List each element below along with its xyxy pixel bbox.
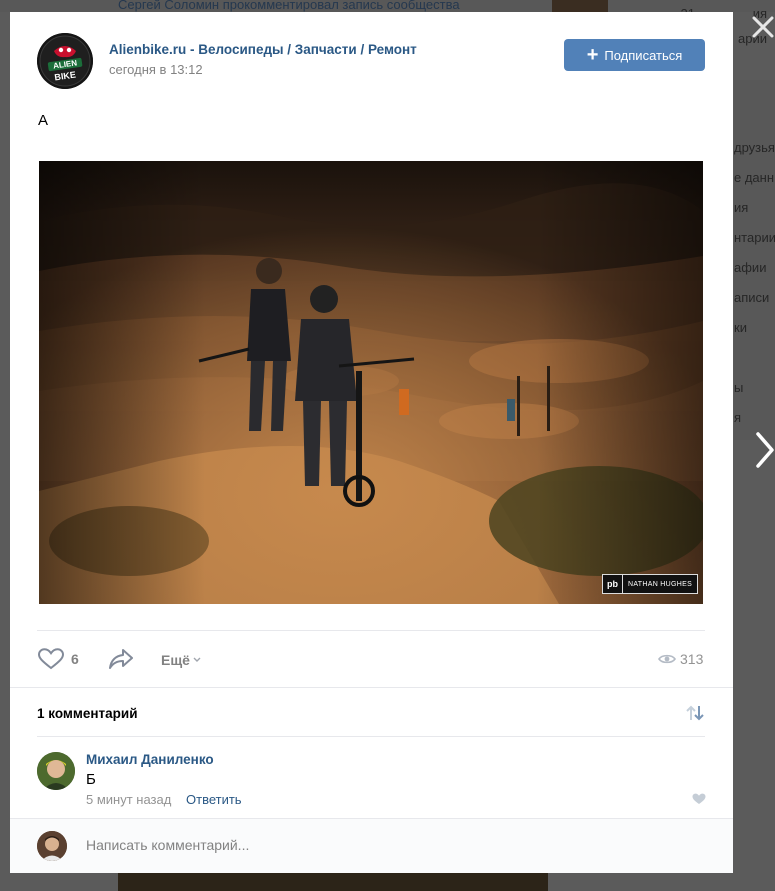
plus-icon: + xyxy=(586,44,599,66)
chevron-right-icon xyxy=(756,432,774,468)
share-arrow-icon xyxy=(109,649,133,669)
post-modal: ALIEN BIKE Alienbike.ru - Велосипеды / З… xyxy=(10,12,733,873)
backdrop-menu-item: ы xyxy=(734,380,744,395)
backdrop-menu-item: друзья xyxy=(734,140,775,155)
post-photo[interactable]: pb NATHAN HUGHES xyxy=(39,161,703,604)
backdrop-menu-item: афии xyxy=(734,260,767,275)
like-button[interactable] xyxy=(37,648,65,670)
backdrop-feed-thumbnail xyxy=(552,0,608,12)
comment-author-link[interactable]: Михаил Даниленко xyxy=(86,752,214,767)
heart-icon xyxy=(692,793,706,804)
comment-like-button[interactable] xyxy=(692,793,706,805)
more-label: Ещё xyxy=(161,652,190,668)
backdrop-menu-item: ия xyxy=(734,200,749,215)
group-avatar[interactable]: ALIEN BIKE xyxy=(37,33,93,89)
backdrop-menu-item: нтарии xyxy=(734,230,775,245)
watermark-logo: pb xyxy=(603,575,623,593)
backdrop-menu-item: е данн xyxy=(734,170,775,185)
comment-text: Б xyxy=(86,771,96,788)
comment-list-divider xyxy=(37,736,705,737)
views-eye-icon xyxy=(658,653,676,665)
backdrop-next-post-image xyxy=(118,872,548,891)
share-button[interactable] xyxy=(108,648,134,670)
backdrop-right-menu: друзья е данн ия нтарии афии аписи ки ы … xyxy=(734,80,775,440)
avatar[interactable] xyxy=(37,752,75,790)
heart-icon xyxy=(37,648,65,670)
group-name-link[interactable]: Alienbike.ru - Велосипеды / Запчасти / Р… xyxy=(109,42,417,57)
watermark-credit: NATHAN HUGHES xyxy=(623,575,698,593)
close-icon xyxy=(752,16,774,38)
sort-comments-button[interactable] xyxy=(685,704,705,722)
comment-composer xyxy=(10,818,733,873)
more-menu-button[interactable]: Ещё xyxy=(161,652,201,668)
user-photo-icon xyxy=(37,752,75,790)
chevron-down-icon xyxy=(193,657,201,662)
comments-count-heading: 1 комментарий xyxy=(37,706,138,721)
next-post-button[interactable] xyxy=(752,428,775,472)
backdrop-menu-item: аписи xyxy=(734,290,770,305)
actions-divider xyxy=(37,630,705,631)
alienbike-logo-icon: ALIEN BIKE xyxy=(37,33,93,89)
close-button[interactable] xyxy=(748,12,775,42)
subscribe-button[interactable]: + Подписаться xyxy=(564,39,705,71)
user-photo-icon xyxy=(37,831,67,861)
reply-link[interactable]: Ответить xyxy=(186,792,242,807)
subscribe-label: Подписаться xyxy=(604,47,683,63)
backdrop-menu-item: ки xyxy=(734,320,747,335)
photo-watermark: pb NATHAN HUGHES xyxy=(602,574,699,594)
like-count: 6 xyxy=(71,651,79,667)
post-timestamp[interactable]: сегодня в 13:12 xyxy=(109,62,203,77)
sort-arrows-icon xyxy=(686,705,704,721)
backdrop-feed-text: Сергей Соломин прокомментировал запись с… xyxy=(118,0,460,12)
avatar[interactable] xyxy=(37,831,67,861)
comment-timestamp[interactable]: 5 минут назад xyxy=(86,792,171,807)
mountain-bike-riders-photo xyxy=(39,161,703,604)
views-count: 313 xyxy=(680,651,704,667)
post-text: А xyxy=(38,112,49,129)
backdrop-menu-item: я xyxy=(734,410,742,425)
comments-divider xyxy=(10,687,733,688)
comment-input[interactable] xyxy=(86,833,686,857)
